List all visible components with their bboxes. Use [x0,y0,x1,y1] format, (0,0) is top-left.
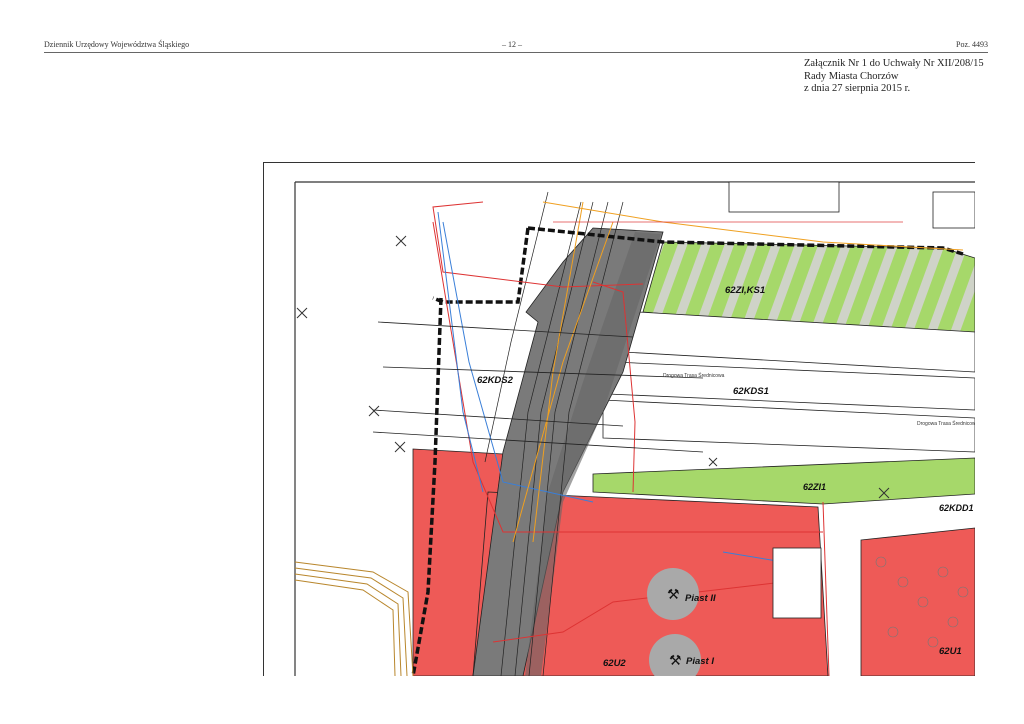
zone-label-62ZI-KS1: 62ZI,KS1 [725,285,765,296]
poi-piast-i: Piast I [686,656,714,667]
zone-label-62U2: 62U2 [603,658,626,669]
zone-label-62U1: 62U1 [939,646,962,657]
zoning-map[interactable]: ⚒ ⚒ Piast II Piast I 62ZI,KS1 62KDS2 62K… [263,162,975,676]
zone-label-62KDS2: 62KDS2 [477,375,514,386]
road-label-1: Drogowa Trasa Średnicowa [663,371,725,379]
pickaxe-icon: ⚒ [669,652,682,668]
annex-line-3: z dnia 27 sierpnia 2015 r. [804,83,911,94]
page-number: – 12 – [502,40,522,49]
poi-piast-ii: Piast II [685,593,716,604]
zone-label-62ZI1: 62ZI1 [803,482,826,492]
header-rule [44,52,988,53]
position-number: Poz. 4493 [956,40,988,49]
road-label-2: Drogowa Trasa Średnicowa [917,419,975,427]
annex-line-1: Załącznik Nr 1 do Uchwały Nr XII/208/15 [804,58,984,69]
zone-label-62KDS1: 62KDS1 [733,386,769,397]
pickaxe-icon: ⚒ [667,586,680,602]
annex-note: Załącznik Nr 1 do Uchwały Nr XII/208/15 … [804,58,984,96]
zone-label-62KDD1: 62KDD1 [939,503,974,513]
annex-line-2: Rady Miasta Chorzów [804,70,899,82]
